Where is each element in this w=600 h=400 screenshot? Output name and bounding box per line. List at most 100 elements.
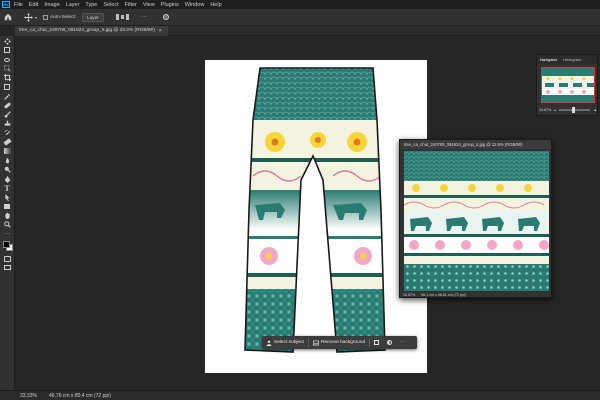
auto-select-checkbox[interactable]: Auto-Select: [43,14,77,20]
hand-tool[interactable] [2,212,13,220]
screen-mode-button[interactable] [2,264,13,272]
transform-controls[interactable] [115,13,130,21]
pattern-artwork [404,151,549,291]
move-tool-preset[interactable]: ▾ [24,12,38,22]
bandage-icon [3,102,11,109]
zoom-tool[interactable] [2,221,13,229]
layer-dropdown-value: Layer [82,12,104,22]
stamp-tool[interactable] [2,120,13,128]
move-tool[interactable] [2,37,13,45]
quick-mask-icon [3,255,11,262]
zoom-in-icon[interactable]: ▲ [593,108,597,112]
gear-icon [162,13,169,21]
more-icon: ··· [141,14,148,20]
frame-icon [4,84,10,91]
floating-document-canvas[interactable] [404,151,549,291]
path-select-tool[interactable] [2,193,13,201]
more-icon: ··· [4,231,10,238]
floating-window-title[interactable]: tree_ca_chut_240709_091624_group_5.jpg @… [400,140,551,149]
navigator-zoom-slider[interactable] [559,107,591,113]
healing-brush-tool[interactable] [2,102,13,110]
slider-handle[interactable] [571,107,575,113]
floating-window-zoom[interactable]: 16.67% [403,293,415,297]
contrast-icon [387,340,393,345]
floating-window-doc-size: 96.1 cm x 46.81 cm (72 ppi) [421,293,466,297]
transform-icon [374,340,380,345]
brush-icon [4,111,11,118]
taskbar-adjust-button[interactable] [383,336,396,349]
floating-document-window[interactable]: tree_ca_chut_240709_091624_group_5.jpg @… [399,139,552,298]
menu-help[interactable]: Help [210,2,221,8]
type-tool[interactable]: T [2,184,13,193]
frame-tool[interactable] [2,83,13,91]
menu-plugins[interactable]: Plugins [161,2,179,8]
status-doc-size: 46.76 cm x 80.4 cm (72 ppi) [48,392,111,399]
zoom-out-icon[interactable]: ▴ [554,108,556,112]
rectangle-icon [4,204,10,210]
zoom-icon [3,221,11,229]
eyedropper-tool[interactable] [2,92,13,100]
menu-image[interactable]: Image [44,2,59,8]
close-icon[interactable]: × [159,26,162,36]
menu-filter[interactable]: Filter [125,2,137,8]
layer-dropdown[interactable]: Layer [82,12,104,22]
lasso-tool[interactable] [2,56,13,64]
brush-tool[interactable] [2,111,13,119]
status-zoom[interactable]: 33.33% [20,393,37,399]
document-tab[interactable]: tree_ca_chut_240709_091624_group_6.jpg @… [15,26,168,36]
shape-tool[interactable] [2,203,13,211]
history-brush-tool[interactable] [2,129,13,137]
more-options-button[interactable]: ··· [142,14,148,20]
object-select-tool[interactable] [2,65,13,73]
taskbar-transform-button[interactable] [370,336,383,349]
hand-icon [4,212,10,220]
more-tools-button[interactable]: ··· [2,230,13,238]
menu-edit[interactable]: Edit [29,2,38,8]
navigator-panel: Navigator Histogram 16.67% ▴ ▲ [536,54,598,116]
more-icon: ··· [400,340,405,345]
menu-file[interactable]: File [14,2,23,8]
color-swatches[interactable] [2,239,13,253]
foreground-color-swatch[interactable] [2,241,10,249]
eraser-tool[interactable] [2,138,13,146]
crop-tool[interactable] [2,74,13,82]
status-bar: 33.33% 46.76 cm x 80.4 cm (72 ppi) [0,390,600,400]
arrow-icon [4,193,10,201]
options-bar: ▾ Auto-Select: Layer ··· [0,9,600,26]
tab-navigator[interactable]: Navigator [537,57,560,62]
dodge-tool[interactable] [2,166,13,174]
navigator-zoom-value[interactable]: 16.67% [539,108,551,112]
tools-panel: T ··· [0,36,15,390]
checkbox-icon [43,14,49,20]
navigator-tab-bar: Navigator Histogram [537,55,597,64]
document-tab-label: tree_ca_chut_240709_091624_group_6.jpg @… [19,28,155,33]
home-icon [4,13,12,21]
home-button[interactable] [4,13,12,21]
contextual-taskbar: Select subject Remove background ··· [262,336,417,349]
menu-type[interactable]: Type [85,2,97,8]
drop-icon [5,157,9,164]
select-subject-button[interactable]: Select subject [262,336,308,349]
taskbar-more-button[interactable]: ··· [396,336,409,349]
auto-select-label: Auto-Select: [50,14,77,20]
remove-background-label: Remove background [320,340,366,345]
tab-histogram[interactable]: Histogram [560,57,584,62]
gradient-tool[interactable] [2,147,13,155]
quick-mask-button[interactable] [2,255,13,263]
eyedropper-icon [3,93,10,100]
dodge-icon [4,167,11,174]
menu-layer[interactable]: Layer [66,2,80,8]
blur-tool[interactable] [2,157,13,165]
settings-button[interactable] [162,13,170,21]
menu-window[interactable]: Window [185,2,205,8]
pen-tool[interactable] [2,175,13,183]
navigator-thumbnail[interactable] [541,67,595,103]
menu-select[interactable]: Select [103,2,118,8]
object-select-icon [3,65,11,72]
move-icon [3,37,11,45]
remove-background-button[interactable]: Remove background [309,336,369,349]
marquee-tool[interactable] [2,46,13,54]
document-canvas[interactable] [205,60,427,373]
chevron-down-icon: ▾ [35,14,38,20]
menu-view[interactable]: View [143,2,155,8]
